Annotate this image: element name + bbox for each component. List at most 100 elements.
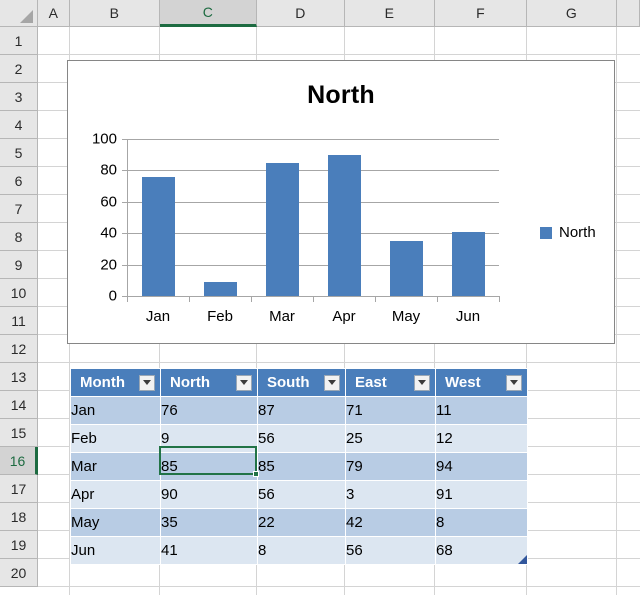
chart-bar-apr[interactable] [328,155,361,296]
table-cell[interactable]: 91 [435,480,528,509]
row-header-3[interactable]: 3 [0,83,38,111]
table-header-north[interactable]: North [160,368,258,397]
row-header-9[interactable]: 9 [0,251,38,279]
chart-object[interactable]: North 0 20 40 60 80 100 Jan Feb Mar Apr May Jun Nor… [67,60,615,344]
filter-dropdown-icon[interactable] [236,374,252,391]
table-cell[interactable]: 76 [160,396,258,425]
row-header-2[interactable]: 2 [0,55,38,83]
chart-bar-jan[interactable] [142,177,175,296]
table-header-east[interactable]: East [345,368,436,397]
row-header-6[interactable]: 6 [0,167,38,195]
filter-dropdown-icon[interactable] [324,374,340,391]
table-cell[interactable]: Jan [70,396,161,425]
table-cell[interactable]: 79 [345,452,436,481]
select-all-triangle-icon [20,10,33,23]
table-cell[interactable]: 12 [435,424,528,453]
table-cell[interactable]: 8 [435,508,528,537]
table-header-month[interactable]: Month [70,368,161,397]
table-header-label: East [355,374,387,391]
row-header-8[interactable]: 8 [0,223,38,251]
excel-table[interactable]: Month North South East West Jan 76 87 71 11 Feb 9 5… [70,368,528,565]
table-cell[interactable]: 85 [160,452,258,481]
table-cell[interactable]: 56 [257,424,346,453]
chart-bar-mar[interactable] [266,163,299,296]
table-row[interactable]: Feb 9 56 25 12 [70,424,528,453]
chevron-down-icon [240,380,248,385]
table-cell[interactable]: 22 [257,508,346,537]
row-header-11[interactable]: 11 [0,307,38,335]
column-header-a[interactable]: A [38,0,70,27]
row-header-1[interactable]: 1 [0,27,38,55]
table-cell[interactable]: Apr [70,480,161,509]
table-cell[interactable]: 56 [345,536,436,565]
column-header-e[interactable]: E [345,0,435,27]
chart-bar-jun[interactable] [452,232,485,296]
y-axis-tick-60: 60 [100,193,117,211]
row-header-14[interactable]: 14 [0,391,38,419]
x-axis-label-may: May [391,308,421,325]
row-header-4[interactable]: 4 [0,111,38,139]
table-cell[interactable]: Jun [70,536,161,565]
table-row[interactable]: Mar 85 85 79 94 [70,452,528,481]
grid-hline [38,362,640,363]
table-row[interactable]: Jan 76 87 71 11 [70,396,528,425]
row-header-18[interactable]: 18 [0,503,38,531]
table-cell[interactable]: May [70,508,161,537]
table-cell[interactable]: 8 [257,536,346,565]
filter-dropdown-icon[interactable] [506,374,522,391]
chart-bar-feb[interactable] [204,282,237,296]
table-cell[interactable]: 90 [160,480,258,509]
table-cell[interactable]: 87 [257,396,346,425]
row-header-16[interactable]: 16 [0,447,38,475]
row-header-13[interactable]: 13 [0,363,38,391]
filter-dropdown-icon[interactable] [139,374,155,391]
table-cell[interactable]: 41 [160,536,258,565]
row-header-5[interactable]: 5 [0,139,38,167]
table-cell[interactable]: 11 [435,396,528,425]
row-header-19[interactable]: 19 [0,531,38,559]
row-header-10[interactable]: 10 [0,279,38,307]
table-row[interactable]: Jun 41 8 56 68 [70,536,528,565]
table-cell[interactable]: 56 [257,480,346,509]
table-header-west[interactable]: West [435,368,528,397]
y-axis-tick-0: 0 [108,287,117,305]
table-resize-handle[interactable] [518,555,527,564]
column-header-g[interactable]: G [527,0,617,27]
table-cell[interactable]: 85 [257,452,346,481]
table-cell[interactable]: 71 [345,396,436,425]
row-header-15[interactable]: 15 [0,419,38,447]
table-cell[interactable]: Mar [70,452,161,481]
table-cell[interactable]: 94 [435,452,528,481]
fill-handle[interactable] [253,471,259,477]
column-header-d[interactable]: D [257,0,345,27]
table-cell[interactable]: Feb [70,424,161,453]
x-axis-label-feb: Feb [207,308,233,325]
column-header-c[interactable]: C [160,0,257,27]
y-axis-tick-100: 100 [91,130,117,148]
table-cell[interactable]: 42 [345,508,436,537]
table-cell[interactable]: 9 [160,424,258,453]
filter-dropdown-icon[interactable] [414,374,430,391]
chart-gridline [127,139,499,140]
y-axis-tick-40: 40 [100,224,117,242]
table-header-south[interactable]: South [257,368,346,397]
chart-gridline [127,233,499,234]
legend-label-north: North [559,224,596,241]
row-header-7[interactable]: 7 [0,195,38,223]
table-cell[interactable]: 3 [345,480,436,509]
select-all-button[interactable] [0,0,38,27]
table-cell[interactable]: 25 [345,424,436,453]
chart-bar-may[interactable] [390,241,423,296]
table-row[interactable]: Apr 90 56 3 91 [70,480,528,509]
column-header-f[interactable]: F [435,0,527,27]
table-row[interactable]: May 35 22 42 8 [70,508,528,537]
chart-legend[interactable]: North [540,224,596,241]
row-header-12[interactable]: 12 [0,335,38,363]
column-header-b[interactable]: B [70,0,160,27]
row-header-20[interactable]: 20 [0,559,38,587]
table-cell[interactable]: 68 [435,536,528,565]
column-header-partial[interactable] [617,0,640,27]
y-axis-tick-80: 80 [100,161,117,179]
row-header-17[interactable]: 17 [0,475,38,503]
table-cell[interactable]: 35 [160,508,258,537]
